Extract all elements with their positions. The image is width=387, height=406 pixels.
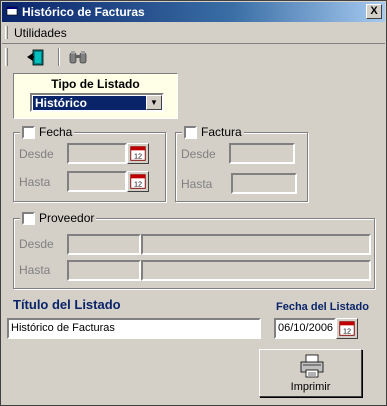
window-title: Histórico de Facturas	[22, 5, 145, 19]
app-icon	[6, 6, 18, 16]
chevron-down-icon[interactable]: ▼	[146, 95, 162, 110]
toolbar-separator	[58, 48, 60, 66]
fecha-desde-field[interactable]	[67, 143, 127, 164]
titulo-listado-label: Título del Listado	[13, 297, 121, 312]
factura-desde-label: Desde	[181, 147, 216, 161]
svg-text:12: 12	[134, 179, 142, 188]
menu-item-utilidades[interactable]: Utilidades	[14, 26, 67, 40]
proveedor-label: Proveedor	[39, 211, 95, 225]
fecha-hasta-field[interactable]	[67, 171, 127, 192]
toolbar	[2, 43, 385, 69]
exit-door-icon[interactable]	[24, 47, 48, 68]
fecha-label: Fecha	[39, 125, 73, 139]
proveedor-hasta-name-field[interactable]	[141, 260, 371, 281]
menu-bar: Utilidades	[2, 23, 385, 42]
fecha-hasta-label: Hasta	[19, 175, 51, 189]
binoculars-icon[interactable]	[66, 47, 90, 68]
imprimir-button[interactable]: Imprimir	[259, 349, 362, 397]
calendar-icon[interactable]: 12	[127, 143, 149, 164]
titulo-listado-input[interactable]: Histórico de Facturas	[7, 318, 261, 339]
title-bar: Histórico de Facturas X	[2, 2, 385, 22]
close-button[interactable]: X	[366, 4, 382, 19]
menu-grip	[5, 26, 8, 39]
tipo-listado-label: Tipo de Listado	[51, 77, 140, 91]
fecha-listado-label: Fecha del Listado	[276, 301, 369, 313]
calendar-icon[interactable]: 12	[336, 318, 358, 339]
printer-icon	[300, 354, 324, 378]
factura-hasta-label: Hasta	[181, 177, 213, 191]
tipo-listado-value: Histórico	[33, 96, 146, 110]
proveedor-legend: Proveedor	[20, 211, 97, 225]
factura-hasta-field[interactable]	[231, 173, 297, 194]
toolbar-grip	[5, 48, 8, 66]
historico-facturas-window: Histórico de Facturas X Utilidades Tipo …	[0, 0, 387, 406]
fecha-legend: Fecha	[20, 125, 75, 139]
proveedor-desde-name-field[interactable]	[141, 234, 371, 255]
proveedor-desde-code-field[interactable]	[67, 234, 141, 255]
factura-legend: Factura	[182, 125, 244, 139]
proveedor-hasta-code-field[interactable]	[67, 260, 141, 281]
tipo-listado-select[interactable]: Histórico ▼	[30, 93, 164, 112]
calendar-icon[interactable]: 12	[127, 171, 149, 192]
fecha-desde-label: Desde	[19, 147, 54, 161]
fecha-listado-input[interactable]: 06/10/2006	[274, 318, 336, 339]
tipo-listado-panel: Tipo de Listado Histórico ▼	[13, 73, 178, 119]
fecha-checkbox[interactable]	[22, 125, 35, 139]
proveedor-checkbox[interactable]	[22, 211, 35, 225]
svg-text:12: 12	[134, 151, 142, 160]
proveedor-hasta-label: Hasta	[19, 263, 51, 277]
svg-text:12: 12	[343, 326, 351, 335]
factura-checkbox[interactable]	[184, 125, 197, 139]
imprimir-label: Imprimir	[290, 381, 331, 393]
factura-label: Factura	[201, 125, 242, 139]
factura-desde-field[interactable]	[229, 143, 295, 164]
proveedor-desde-label: Desde	[19, 237, 54, 251]
